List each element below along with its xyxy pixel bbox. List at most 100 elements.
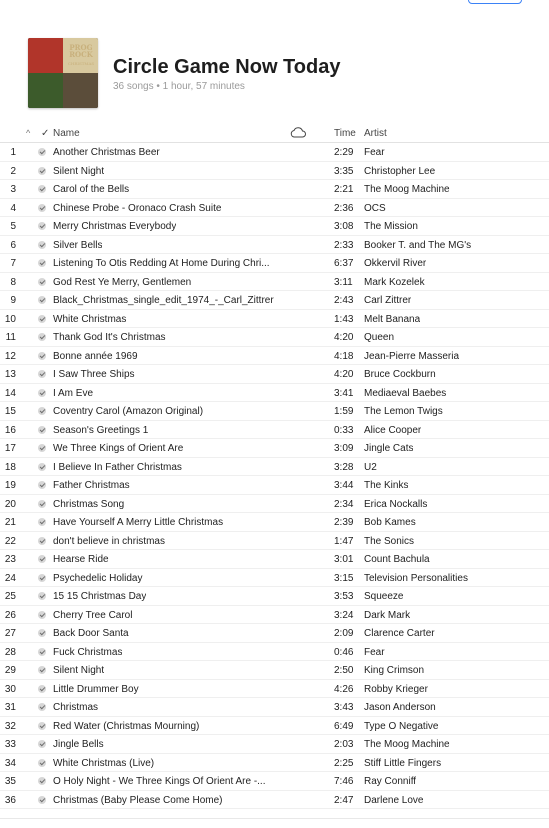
checkmark-icon[interactable] bbox=[38, 296, 46, 304]
name-column-header[interactable]: Name bbox=[53, 128, 80, 139]
checkmark-icon[interactable] bbox=[38, 536, 46, 545]
table-row[interactable]: 13 I Saw Three Ships 4:20 Bruce Cockburn bbox=[0, 365, 549, 384]
table-row[interactable]: 17 We Three Kings of Orient Are 3:09 Jingle… bbox=[0, 439, 549, 458]
table-row[interactable]: 30 Little Drummer Boy 4:26 Robby Krieger bbox=[0, 680, 549, 698]
track-artist: Christopher Lee bbox=[364, 165, 436, 177]
table-row[interactable]: 33 Jingle Bells 2:03 The Moog Machine bbox=[0, 735, 549, 754]
checkmark-icon[interactable] bbox=[38, 351, 46, 360]
playlist-artwork[interactable]: PROG ROCK CHRISTMAS bbox=[28, 38, 98, 108]
table-row[interactable]: 12 Bonne année 1969 4:18 Jean-Pierre Masser… bbox=[0, 347, 549, 365]
table-row[interactable]: 6 Silver Bells 2:33 Booker T. and The MG's bbox=[0, 236, 549, 254]
checkmark-icon[interactable] bbox=[38, 573, 46, 582]
table-row[interactable]: 35 O Holy Night - We Three Kings Of Orien… bbox=[0, 772, 549, 791]
track-number: 33 bbox=[4, 739, 16, 750]
checkmark-icon[interactable] bbox=[38, 166, 46, 175]
table-row[interactable]: 15 Coventry Carol (Amazon Original) 1:59 Th… bbox=[0, 402, 549, 421]
track-name: White Christmas bbox=[53, 313, 127, 325]
table-row[interactable]: 28 Fuck Christmas 0:46 Fear bbox=[0, 643, 549, 661]
track-artist: Queen bbox=[364, 332, 395, 343]
table-row[interactable]: 26 Cherry Tree Carol 3:24 Dark Mark bbox=[0, 606, 549, 624]
track-time: 4:26 bbox=[334, 683, 354, 695]
checkmark-icon[interactable] bbox=[38, 777, 46, 785]
table-row[interactable]: 32 Red Water (Christmas Mourning) 6:49 Type… bbox=[0, 717, 549, 735]
table-row[interactable]: 23 Hearse Ride 3:01 Count Bachula bbox=[0, 550, 549, 569]
table-row[interactable]: 24 Psychedelic Holiday 3:15 Television Pers… bbox=[0, 569, 549, 587]
track-artist: The Moog Machine bbox=[364, 184, 450, 195]
table-row[interactable]: 8 God Rest Ye Merry, Gentlemen 3:11 Mark Ko… bbox=[0, 273, 549, 291]
table-row[interactable]: 16 Season's Greetings 1 0:33 Alice Cooper bbox=[0, 421, 549, 439]
cloud-icon[interactable] bbox=[290, 127, 306, 141]
checkmark-icon[interactable] bbox=[38, 721, 46, 730]
table-row[interactable]: 22 don't believe in christmas 1:47 The Soni… bbox=[0, 532, 549, 550]
checkmark-icon[interactable] bbox=[38, 481, 46, 489]
checkmark-icon[interactable] bbox=[38, 647, 46, 656]
table-row[interactable]: 29 Silent Night 2:50 King Crimson bbox=[0, 661, 549, 680]
table-row[interactable]: 4 Chinese Probe - Oronaco Crash Suite 2:36… bbox=[0, 199, 549, 217]
track-number: 19 bbox=[4, 480, 16, 491]
checkmark-icon[interactable] bbox=[38, 222, 46, 230]
checkmark-icon[interactable] bbox=[38, 666, 46, 674]
artist-column-header[interactable]: Artist bbox=[364, 128, 387, 139]
checkmark-icon[interactable] bbox=[38, 185, 46, 193]
checkmark-icon[interactable] bbox=[38, 610, 46, 619]
track-time: 7:46 bbox=[334, 776, 354, 787]
checkmark-icon[interactable] bbox=[38, 314, 46, 323]
table-row[interactable]: 18 I Believe In Father Christmas 3:28 U2 bbox=[0, 458, 549, 476]
track-number: 18 bbox=[4, 461, 16, 473]
table-row[interactable]: 3 Carol of the Bells 2:21 The Moog Machine bbox=[0, 180, 549, 199]
table-row[interactable]: 34 White Christmas (Live) 2:25 Stiff Little… bbox=[0, 754, 549, 772]
table-row[interactable]: 2 Silent Night 3:35 Christopher Lee bbox=[0, 162, 549, 180]
checkmark-icon[interactable] bbox=[38, 592, 46, 600]
checkmark-icon[interactable] bbox=[38, 684, 46, 693]
table-row[interactable]: 7 Listening To Otis Redding At Home Durin… bbox=[0, 254, 549, 273]
track-number: 17 bbox=[4, 443, 16, 454]
checkmark-icon[interactable] bbox=[38, 795, 46, 804]
table-row[interactable]: 21 Have Yourself A Merry Little Christmas… bbox=[0, 513, 549, 532]
table-row[interactable]: 27 Back Door Santa 2:09 Clarence Carter bbox=[0, 624, 549, 643]
table-row[interactable]: 36 Christmas (Baby Please Come Home) 2:47 D… bbox=[0, 791, 549, 809]
table-row[interactable]: 10 White Christmas 1:43 Melt Banana bbox=[0, 310, 549, 328]
checkmark-icon[interactable] bbox=[38, 425, 46, 434]
table-row[interactable]: 5 Merry Christmas Everybody 3:08 The Missio… bbox=[0, 217, 549, 236]
checkmark-icon[interactable] bbox=[38, 629, 46, 637]
checkmark-icon[interactable] bbox=[38, 758, 46, 767]
track-name: Merry Christmas Everybody bbox=[53, 221, 177, 232]
track-name: Chinese Probe - Oronaco Crash Suite bbox=[53, 202, 222, 214]
checkmark-icon[interactable] bbox=[38, 277, 46, 286]
track-artist: Darlene Love bbox=[364, 794, 424, 806]
checkmark-icon[interactable] bbox=[38, 518, 46, 526]
checkmark-icon[interactable] bbox=[38, 388, 46, 397]
toolbar-button[interactable] bbox=[468, 0, 522, 4]
checkmark-icon[interactable] bbox=[38, 259, 46, 267]
table-row[interactable]: 1 Another Christmas Beer 2:29 Fear bbox=[0, 143, 549, 162]
table-row[interactable]: 20 Christmas Song 2:34 Erica Nockalls bbox=[0, 495, 549, 513]
checkmark-icon[interactable] bbox=[38, 444, 46, 452]
table-row[interactable]: 31 Christmas 3:43 Jason Anderson bbox=[0, 698, 549, 717]
checkmark-icon[interactable] bbox=[38, 333, 46, 341]
checkmark-icon[interactable] bbox=[38, 499, 46, 508]
table-row[interactable]: 11 Thank God It's Christmas 4:20 Queen bbox=[0, 328, 549, 347]
table-row[interactable]: 9 Black_Christmas_single_edit_1974_-_Carl… bbox=[0, 291, 549, 310]
track-number: 29 bbox=[4, 665, 16, 676]
track-name: Bonne année 1969 bbox=[53, 350, 138, 362]
table-row[interactable]: 25 15 15 Christmas Day 3:53 Squeeze bbox=[0, 587, 549, 606]
checkmark-icon[interactable] bbox=[38, 703, 46, 711]
sort-indicator-icon[interactable]: ^ bbox=[26, 128, 30, 138]
checkmark-icon[interactable] bbox=[38, 370, 46, 378]
checkmark-icon[interactable] bbox=[38, 240, 46, 249]
table-row[interactable]: 19 Father Christmas 3:44 The Kinks bbox=[0, 476, 549, 495]
checkbox-column-header[interactable]: ✓ bbox=[41, 128, 49, 139]
time-column-header[interactable]: Time bbox=[334, 128, 356, 139]
checkmark-icon[interactable] bbox=[38, 462, 46, 471]
track-name: I Saw Three Ships bbox=[53, 369, 135, 380]
track-number: 22 bbox=[4, 535, 16, 547]
checkmark-icon[interactable] bbox=[38, 555, 46, 563]
track-number: 16 bbox=[4, 424, 16, 436]
checkmark-icon[interactable] bbox=[38, 203, 46, 212]
checkmark-icon[interactable] bbox=[38, 407, 46, 415]
table-row[interactable]: 14 I Am Eve 3:41 Mediaeval Baebes bbox=[0, 384, 549, 402]
playlist-title: Circle Game Now Today bbox=[113, 56, 341, 78]
checkmark-icon[interactable] bbox=[38, 148, 46, 156]
checkmark-icon[interactable] bbox=[38, 740, 46, 748]
track-artist: The Moog Machine bbox=[364, 739, 450, 750]
